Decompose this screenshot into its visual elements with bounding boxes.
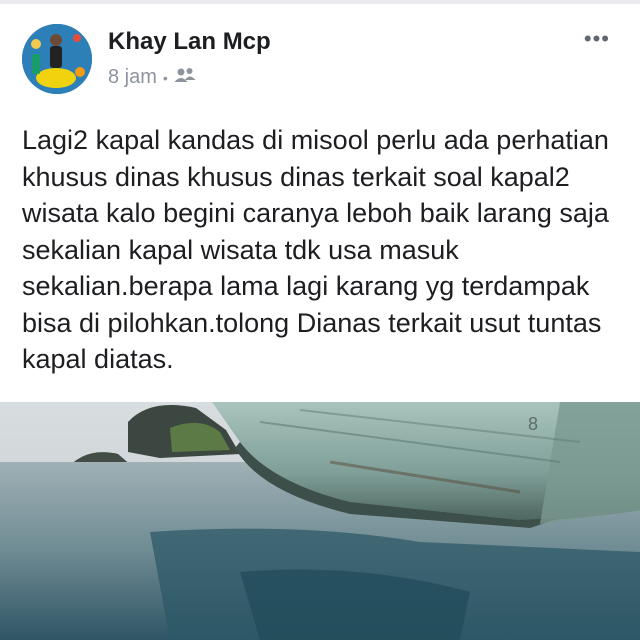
friends-icon[interactable] bbox=[174, 66, 196, 89]
post-image[interactable]: 8 bbox=[0, 402, 640, 640]
avatar[interactable] bbox=[22, 24, 92, 94]
post-timestamp[interactable]: 8 jam bbox=[108, 66, 157, 89]
post-text: Lagi2 kapal kandas di misool perlu ada p… bbox=[22, 125, 609, 374]
top-divider bbox=[0, 0, 640, 4]
hull-number: 8 bbox=[528, 414, 538, 434]
boat-aground-photo: 8 bbox=[0, 402, 640, 640]
post-meta: 8 jam • bbox=[108, 66, 196, 89]
meta-separator: • bbox=[162, 69, 168, 86]
post-author-name[interactable]: Khay Lan Mcp bbox=[108, 28, 271, 56]
avatar-image bbox=[22, 24, 92, 94]
more-options-icon[interactable]: ••• bbox=[584, 26, 610, 52]
